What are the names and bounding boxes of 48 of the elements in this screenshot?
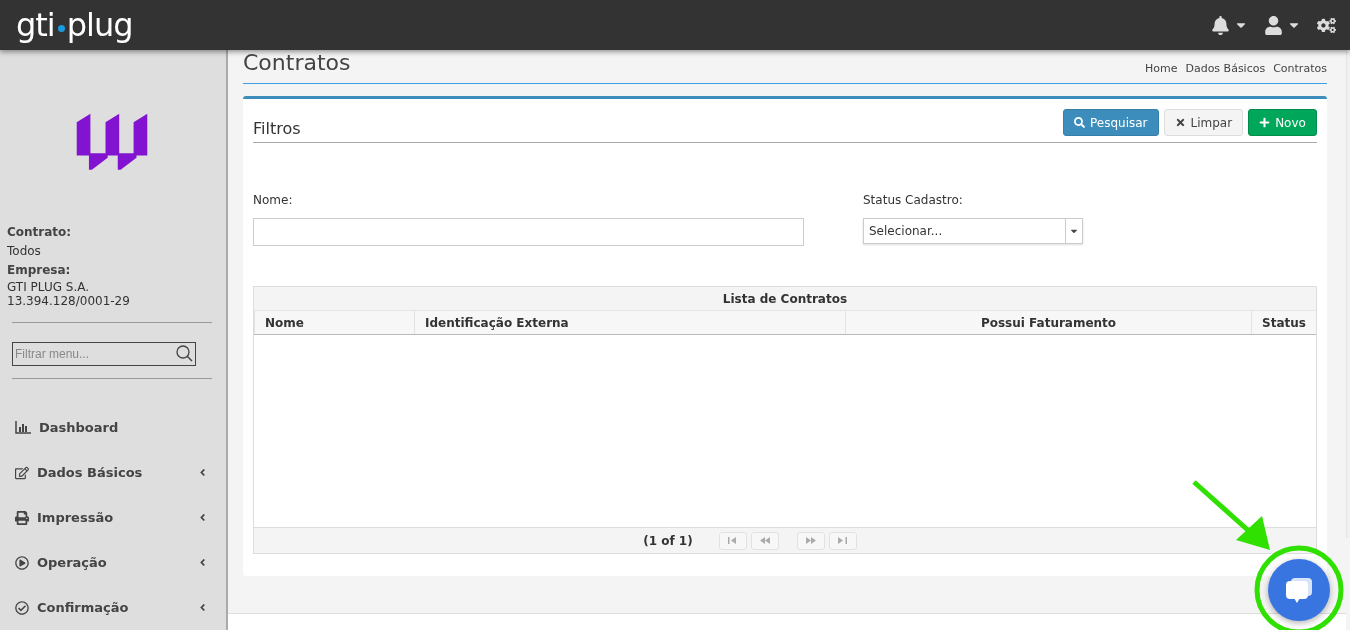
chat-bubble-icon	[1284, 576, 1314, 604]
search-button[interactable]: Pesquisar	[1062, 109, 1159, 136]
previous-page-icon	[759, 537, 770, 544]
field-label: Nome:	[253, 193, 294, 207]
breadcrumb-link[interactable]: Contratos	[1273, 62, 1327, 75]
page-report: (1 of 1)	[643, 533, 693, 548]
search-icon	[176, 345, 193, 362]
menu-item[interactable]: Impressão	[37, 510, 189, 525]
user-icon[interactable]	[1264, 15, 1283, 35]
clear-button[interactable]: Limpar	[1163, 109, 1244, 136]
panel-title: Filtros	[253, 119, 301, 138]
breadcrumb-link[interactable]: Dados Básicos	[1185, 62, 1266, 75]
logo-dot-icon	[57, 24, 65, 32]
menu-item[interactable]: Dashboard	[39, 420, 208, 435]
bar-chart-icon	[15, 421, 31, 434]
menu-filter-field[interactable]: Filtrar menu...	[12, 342, 196, 366]
company-label: Empresa:	[7, 261, 72, 279]
column-header[interactable]: Possui Faturamento	[845, 311, 1251, 334]
status-select[interactable]: Selecionar...	[863, 218, 1083, 244]
edit-icon	[15, 465, 29, 480]
column-header[interactable]: Nome	[254, 311, 414, 334]
check-icon	[15, 600, 29, 615]
search-icon	[1073, 117, 1085, 128]
column-header[interactable]: Status	[1251, 311, 1316, 334]
close-icon	[1174, 117, 1186, 128]
menu-item[interactable]: Dados Básicos	[37, 465, 189, 480]
printer-icon	[15, 510, 29, 525]
field-label: Status Cadastro:	[863, 193, 964, 207]
play-icon	[15, 555, 29, 570]
plus-icon	[1259, 117, 1271, 128]
logo-text: gti	[16, 6, 55, 44]
page-title: Contratos	[243, 51, 351, 75]
contract-value: Todos	[7, 242, 42, 260]
bell-icon[interactable]	[1211, 15, 1230, 35]
column-header[interactable]: Identificação Externa	[414, 311, 845, 334]
first-page-icon	[728, 537, 738, 544]
table-caption: Lista de Contratos	[254, 287, 1316, 311]
contract-label: Contrato:	[7, 223, 73, 241]
company-name: GTI PLUG S.A.	[7, 279, 91, 294]
company-id: 13.394.128/0001-29	[7, 293, 131, 308]
settings-icon[interactable]	[1317, 15, 1336, 35]
last-page-icon	[838, 537, 848, 544]
logo-text: plug	[66, 6, 133, 44]
breadcrumb-link[interactable]: Home	[1144, 62, 1178, 75]
name-field[interactable]	[253, 218, 804, 246]
next-page-icon	[805, 537, 816, 544]
menu-item[interactable]: Operação	[37, 555, 189, 570]
menu-item[interactable]: Confirmação	[37, 600, 189, 615]
